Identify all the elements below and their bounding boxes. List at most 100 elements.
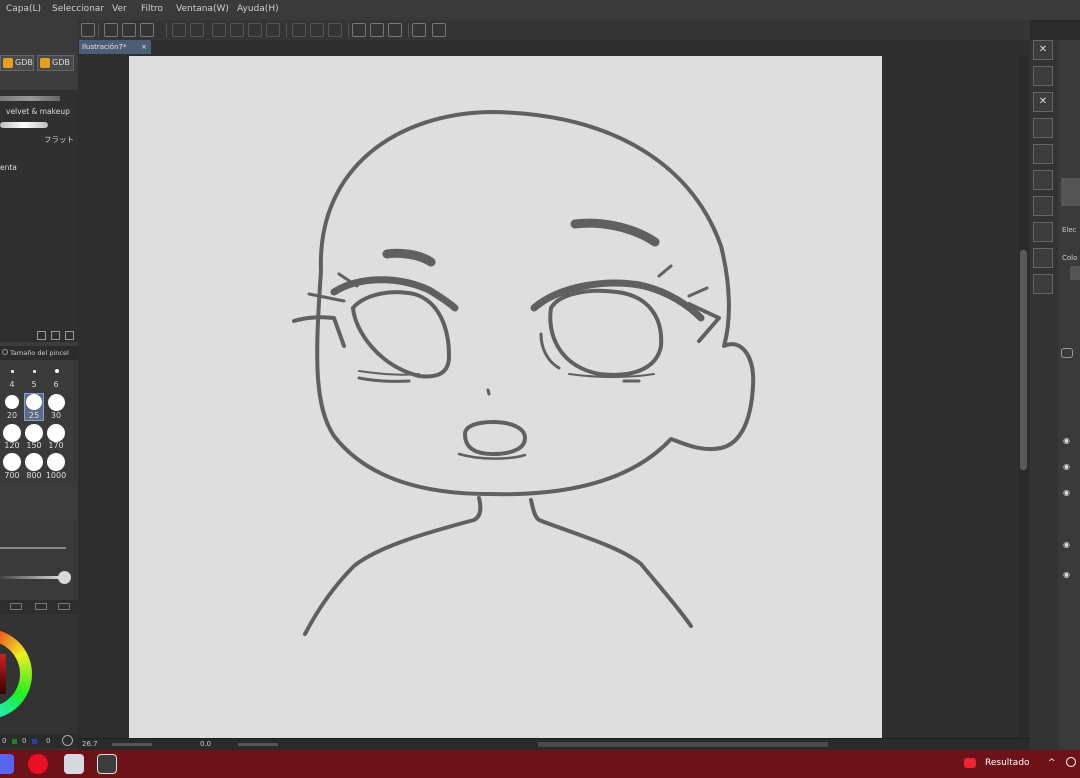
brush-stroke-preview — [0, 96, 60, 101]
angle-value[interactable]: 0.0 — [200, 740, 211, 748]
slider-handle[interactable] — [58, 571, 71, 584]
eye-icon[interactable]: ◉ — [1063, 570, 1070, 579]
layer-property-icon[interactable] — [1033, 66, 1053, 86]
eye-icon[interactable]: ◉ — [1063, 488, 1070, 497]
color-wheel-tab-icon[interactable] — [10, 603, 22, 610]
redo-icon[interactable] — [190, 23, 204, 37]
menu-ventana[interactable]: Ventana(W) — [176, 4, 229, 14]
system-tray-icon[interactable] — [1066, 757, 1076, 767]
taskbar-result-label[interactable]: Resultado — [985, 758, 1030, 768]
brush-size-option[interactable]: 150 — [23, 441, 45, 450]
menu-ayuda[interactable]: Ayuda(H) — [237, 4, 279, 14]
discord-icon[interactable] — [0, 754, 14, 774]
check-eraser-icon[interactable] — [388, 23, 402, 37]
brush-size-option[interactable]: 6 — [45, 380, 67, 389]
document-tab[interactable]: Ilustración7* × — [79, 40, 151, 54]
delete-subtool-icon[interactable] — [65, 331, 74, 340]
color-slider-tab-icon[interactable] — [58, 603, 70, 610]
close-icon[interactable]: ✕ — [1033, 92, 1053, 112]
vertical-scroll-thumb[interactable] — [1020, 250, 1027, 470]
opera-icon[interactable] — [28, 754, 48, 774]
green-swatch — [12, 739, 17, 744]
menu-capa[interactable]: Capa(L) — [6, 4, 41, 14]
cut-icon[interactable] — [230, 23, 244, 37]
brush-size-option[interactable]: 700 — [1, 471, 23, 480]
brush-size-option[interactable]: 120 — [1, 441, 23, 450]
color-set-tab-icon[interactable] — [35, 603, 47, 610]
zoom-slider[interactable] — [112, 743, 152, 746]
material-icon[interactable] — [1033, 170, 1053, 190]
copy-subtool-icon[interactable] — [51, 331, 60, 340]
color-panel — [0, 614, 78, 754]
color-square[interactable] — [0, 654, 6, 694]
clip-studio-icon[interactable] — [97, 754, 117, 774]
brush-size-option[interactable]: 20 — [1, 411, 23, 420]
horizontal-scrollbar[interactable] — [538, 742, 828, 747]
brush-size-option[interactable]: 800 — [23, 471, 45, 480]
app-icon[interactable] — [81, 23, 95, 37]
layer-tool-icon[interactable] — [1061, 348, 1073, 358]
brush-size-option[interactable]: 170 — [45, 441, 67, 450]
brush-size-option[interactable]: 30 — [45, 411, 67, 420]
slider-track[interactable] — [0, 576, 62, 579]
brush-size-grid: 4 5 6 20 25 30 120 150 170 700 800 1000 — [0, 360, 78, 485]
slider-track[interactable] — [0, 547, 66, 549]
panel-label: Elec — [1062, 226, 1077, 234]
subtool-chip[interactable]: GDB — [37, 55, 74, 71]
deselect-icon[interactable] — [292, 23, 306, 37]
check-brush-icon[interactable] — [370, 23, 384, 37]
open-folder-icon[interactable] — [122, 23, 136, 37]
chevron-up-icon[interactable]: ^ — [1048, 758, 1056, 768]
brush-size-option[interactable]: 4 — [1, 380, 23, 389]
brush-size-option[interactable]: 5 — [23, 380, 45, 389]
eye-icon[interactable]: ◉ — [1063, 462, 1070, 471]
close-icon[interactable]: ✕ — [1033, 40, 1053, 60]
panel-label: Colo — [1062, 254, 1078, 262]
check-pen-icon[interactable] — [352, 23, 366, 37]
fill-icon[interactable] — [248, 23, 262, 37]
invert-selection-icon[interactable] — [310, 23, 324, 37]
pen-icon — [40, 58, 50, 68]
add-subtool-icon[interactable] — [37, 331, 46, 340]
document-icon[interactable] — [1033, 248, 1053, 268]
subtool-chip[interactable]: GDB — [0, 55, 34, 71]
brush-size-header: Tamaño del pincel — [0, 346, 78, 360]
clear-icon[interactable] — [212, 23, 226, 37]
transform-icon[interactable] — [266, 23, 280, 37]
app-icon[interactable] — [64, 754, 84, 774]
selection-border-icon[interactable] — [328, 23, 342, 37]
device-icon[interactable] — [412, 23, 426, 37]
notification-icon — [964, 758, 976, 768]
left-panel: GDB GDB velvet & makeup フラット enta Tamaño… — [0, 20, 78, 754]
new-file-icon[interactable] — [104, 23, 118, 37]
separator — [286, 23, 287, 37]
canvas-paper[interactable] — [129, 56, 882, 739]
eye-icon[interactable]: ◉ — [1063, 436, 1070, 445]
color-swatch[interactable] — [1070, 266, 1080, 280]
separator — [348, 23, 349, 37]
layer-panel: Elec Colo ◉ ◉ ◉ ◉ ◉ — [1058, 40, 1080, 750]
brush-name-partial[interactable]: enta — [0, 163, 17, 172]
close-tab-icon[interactable]: × — [141, 40, 147, 54]
menu-ver[interactable]: Ver — [112, 4, 127, 14]
undo-icon[interactable] — [172, 23, 186, 37]
brush-size-option[interactable]: 1000 — [45, 471, 67, 480]
import-icon[interactable] — [1033, 274, 1053, 294]
save-icon[interactable] — [140, 23, 154, 37]
menu-seleccionar[interactable]: Seleccionar — [52, 4, 104, 14]
brush-name[interactable]: フラット — [44, 134, 74, 145]
eye-icon[interactable]: ◉ — [1063, 540, 1070, 549]
zoom-value[interactable]: 26.7 — [82, 740, 98, 748]
import-icon[interactable] — [1033, 118, 1053, 138]
help-icon[interactable] — [432, 23, 446, 37]
brush-size-option[interactable]: 25 — [23, 411, 45, 420]
import-icon[interactable] — [1033, 196, 1053, 216]
brush-name[interactable]: velvet & makeup — [6, 107, 70, 116]
document-icon[interactable] — [1033, 222, 1053, 242]
document-icon[interactable] — [1033, 144, 1053, 164]
settings-icon[interactable] — [62, 735, 73, 746]
angle-slider[interactable] — [238, 743, 278, 746]
layer-thumbnail[interactable] — [1061, 178, 1080, 206]
blue-swatch — [32, 739, 37, 744]
menu-filtro[interactable]: Filtro — [141, 4, 163, 14]
